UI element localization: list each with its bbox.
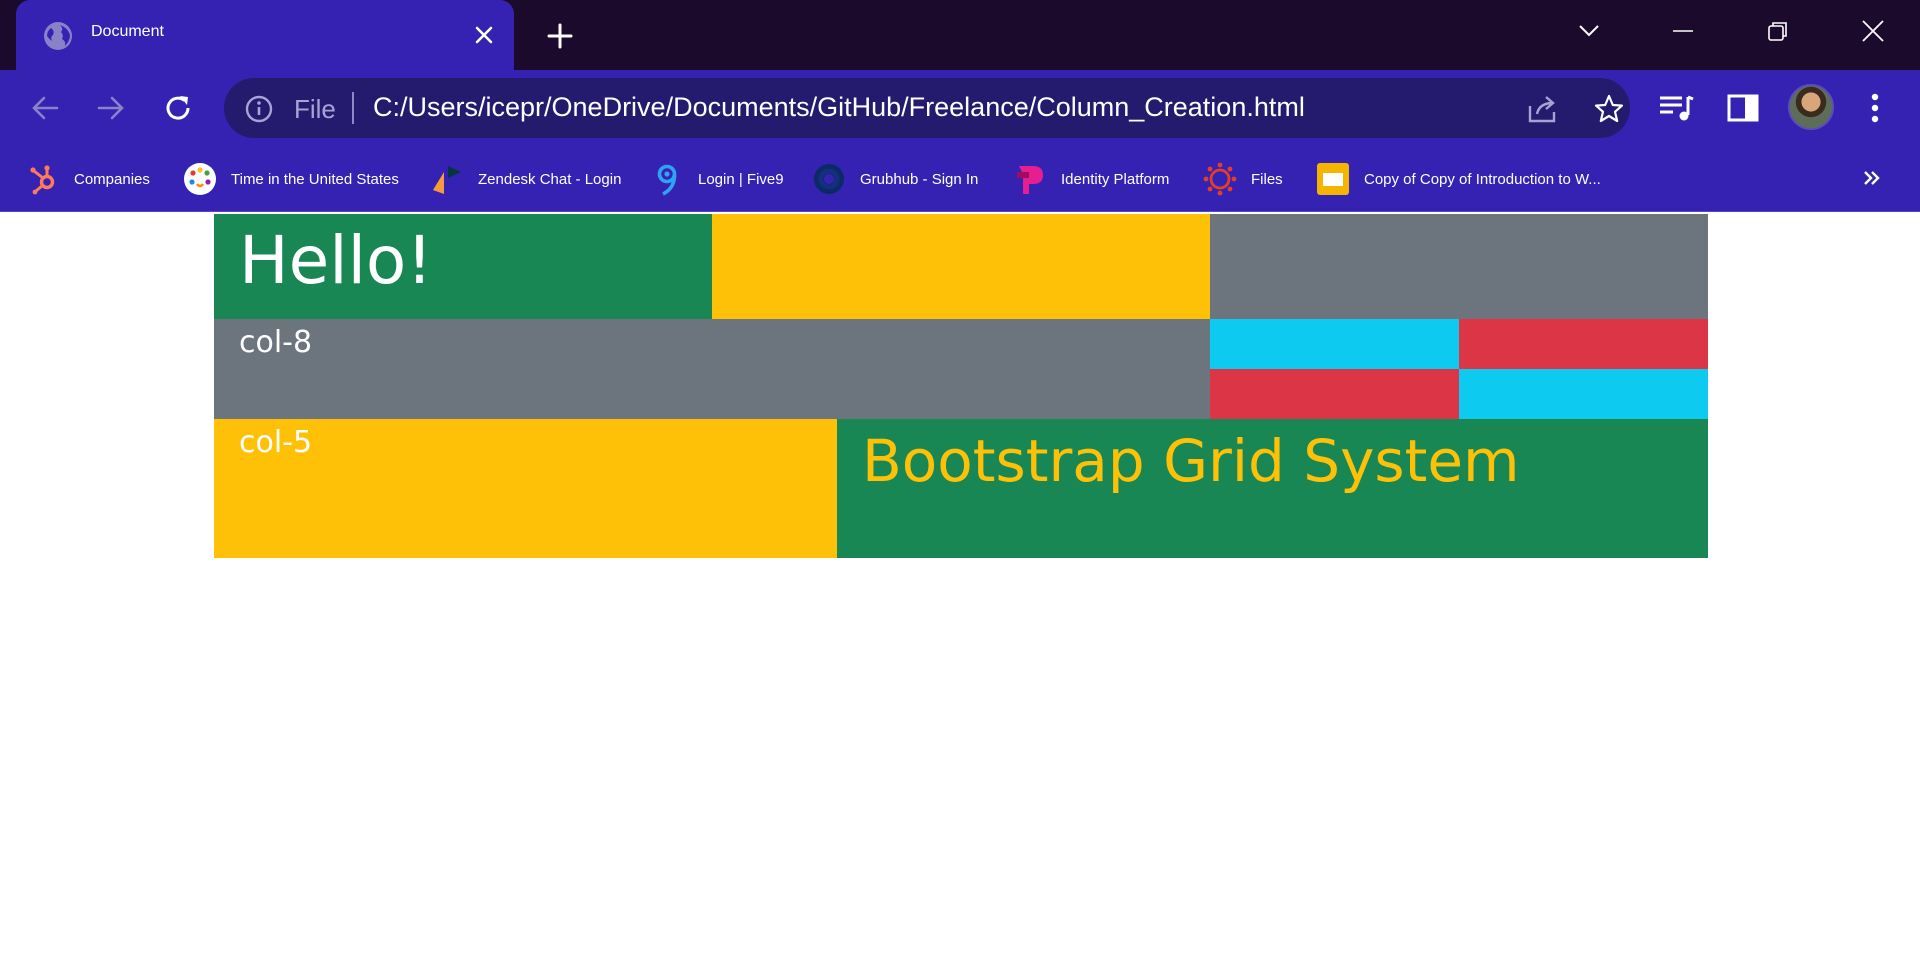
- forward-arrow-icon[interactable]: [90, 87, 132, 129]
- grid-cell-yellow: [712, 214, 1210, 319]
- address-separator: [352, 92, 354, 124]
- new-tab-icon[interactable]: [540, 16, 580, 56]
- bookmark-companies[interactable]: Companies: [26, 157, 150, 201]
- url-scheme-label: File: [294, 94, 336, 124]
- close-window-icon[interactable]: [1850, 8, 1896, 54]
- clock-icon: [183, 162, 217, 196]
- url-text[interactable]: C:/Users/icepr/OneDrive/Documents/GitHub…: [373, 92, 1305, 123]
- bookmark-files[interactable]: Files: [1203, 157, 1283, 201]
- bookmark-label: Files: [1251, 170, 1283, 188]
- browser-toolbar: File C:/Users/icepr/OneDrive/Documents/G…: [0, 70, 1920, 146]
- bookmark-zendesk-chat[interactable]: Zendesk Chat - Login: [430, 157, 621, 201]
- col-5-label: col-5: [239, 425, 313, 460]
- grubhub-icon: [812, 162, 846, 196]
- bookmark-label: Login | Five9: [698, 170, 784, 188]
- share-icon[interactable]: [1524, 90, 1562, 128]
- profile-avatar[interactable]: [1788, 84, 1834, 130]
- hubspot-icon: [26, 162, 60, 196]
- hello-heading: Hello!: [239, 222, 433, 299]
- bookmarks-bar: Companies Time in the United States Zend…: [0, 146, 1920, 212]
- bootstrap-grid-heading: Bootstrap Grid System: [862, 427, 1520, 495]
- tab-title: Document: [91, 23, 164, 40]
- address-bar[interactable]: File C:/Users/icepr/OneDrive/Documents/G…: [224, 78, 1630, 138]
- site-info-icon[interactable]: [244, 94, 274, 124]
- bookmark-grubhub[interactable]: Grubhub - Sign In: [812, 157, 978, 201]
- browser-tab-active[interactable]: Document: [16, 0, 514, 70]
- back-arrow-icon[interactable]: [24, 87, 66, 129]
- side-panel-icon[interactable]: [1721, 86, 1765, 130]
- page-viewport: Hello! col-8 col-5 Bootstrap Grid System: [0, 213, 1920, 973]
- minimize-icon[interactable]: [1660, 8, 1706, 54]
- kebab-menu-icon[interactable]: [1853, 86, 1897, 130]
- bookmark-google-slides[interactable]: Copy of Copy of Introduction to W...: [1316, 157, 1601, 201]
- grid-cell-green-title: Bootstrap Grid System: [837, 419, 1708, 558]
- col-8-label: col-8: [239, 325, 313, 360]
- media-controls-icon[interactable]: [1654, 86, 1698, 130]
- grid-cell-gray: [1210, 214, 1708, 319]
- restore-icon[interactable]: [1755, 8, 1801, 54]
- five9-icon: [650, 162, 684, 196]
- browser-titlebar: Document: [0, 0, 1920, 70]
- grid-cell-col-8: col-8: [214, 319, 1210, 419]
- bookmark-five9[interactable]: Login | Five9: [650, 157, 784, 201]
- tab-search-chevron-icon[interactable]: [1566, 8, 1612, 54]
- slides-icon: [1316, 162, 1350, 196]
- bookmark-time-in-us[interactable]: Time in the United States: [183, 157, 399, 201]
- bookmark-identity-platform[interactable]: Identity Platform: [1013, 157, 1169, 201]
- grid-cell-cyan-top: [1210, 319, 1459, 369]
- bookmark-label: Grubhub - Sign In: [860, 170, 979, 188]
- grid-cell-green-hello: Hello!: [214, 214, 712, 319]
- zendesk-icon: [430, 162, 464, 196]
- close-tab-icon[interactable]: [467, 18, 501, 52]
- bookmark-label: Identity Platform: [1061, 170, 1170, 188]
- grid-cell-red-top: [1459, 319, 1708, 369]
- grid-cell-col-5: col-5: [214, 419, 837, 558]
- bookmark-label: Copy of Copy of Introduction to W...: [1364, 170, 1601, 188]
- grid-cell-red-bottom: [1210, 369, 1459, 419]
- bookmark-star-icon[interactable]: [1590, 90, 1628, 128]
- bookmark-label: Companies: [74, 170, 150, 188]
- canvas-icon: [1203, 162, 1237, 196]
- bookmark-label: Zendesk Chat - Login: [478, 170, 622, 188]
- globe-icon: [42, 20, 74, 52]
- bookmark-label: Time in the United States: [231, 170, 399, 188]
- identity-icon: [1013, 162, 1047, 196]
- more-bookmarks-chevron-icon[interactable]: [1854, 160, 1890, 196]
- reload-icon[interactable]: [157, 87, 199, 129]
- grid-cell-cyan-bottom: [1459, 369, 1708, 419]
